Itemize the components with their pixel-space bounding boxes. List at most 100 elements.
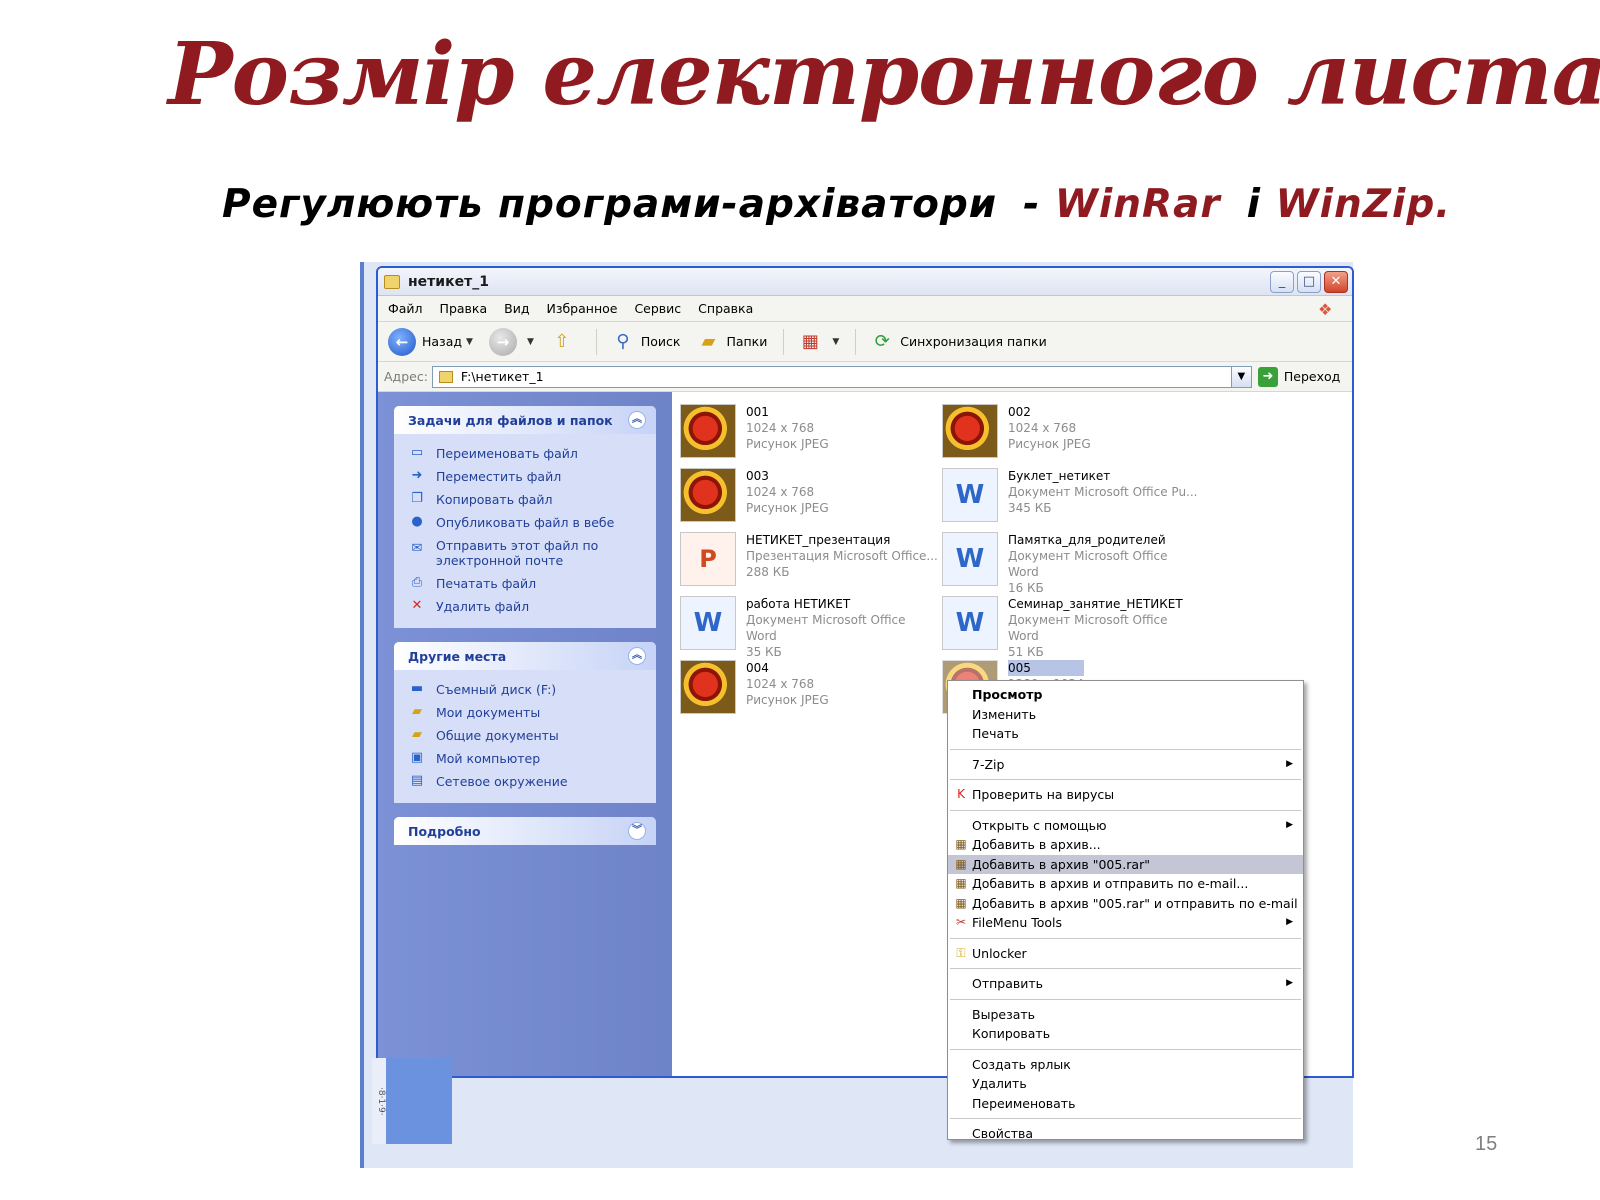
- minimize-button[interactable]: _: [1270, 271, 1294, 293]
- context-menu-item[interactable]: ▦ Добавить в архив "005.rar" и отправить …: [948, 894, 1303, 914]
- context-menu-item[interactable]: ▦ Добавить в архив "005.rar": [948, 854, 1303, 874]
- submenu-arrow-icon: ▶: [1286, 917, 1293, 927]
- mail-icon: ✉: [411, 541, 423, 556]
- maximize-button[interactable]: □: [1297, 271, 1321, 293]
- globe-icon: ●: [411, 514, 423, 529]
- menu-file[interactable]: Файл: [388, 301, 423, 316]
- file-name: 002: [1008, 405, 1031, 419]
- context-menu-item[interactable]: Свойства: [948, 1124, 1303, 1144]
- go-label: Переход: [1283, 369, 1341, 384]
- menu-help[interactable]: Справка: [698, 301, 753, 316]
- back-button[interactable]: ← Назад ▼: [388, 327, 473, 356]
- place-item[interactable]: ▬ Съемный диск (F:): [408, 678, 646, 701]
- context-menu-item[interactable]: Удалить: [948, 1074, 1303, 1094]
- up-button[interactable]: ⇧: [550, 330, 580, 354]
- context-menu-item[interactable]: ✂ FileMenu Tools ▶: [948, 913, 1303, 933]
- context-menu-item[interactable]: Копировать: [948, 1024, 1303, 1044]
- collapse-icon[interactable]: ︽: [628, 411, 646, 429]
- task-item[interactable]: ✉ Отправить этот файл по электронной почт…: [408, 534, 646, 572]
- expand-icon[interactable]: ︾: [628, 822, 646, 840]
- context-menu-label: Просмотр: [972, 687, 1043, 702]
- task-item[interactable]: ❐ Копировать файл: [408, 488, 646, 511]
- task-item[interactable]: ⎙ Печатать файл: [408, 572, 646, 595]
- file-item[interactable]: 001 1024 x 768 Рисунок JPEG: [680, 404, 940, 464]
- context-menu-label: Переименовать: [972, 1095, 1076, 1111]
- task-item[interactable]: ➜ Переместить файл: [408, 465, 646, 488]
- menu-favorites[interactable]: Избранное: [546, 301, 617, 316]
- search-button[interactable]: ⚲ Поиск: [611, 330, 680, 354]
- context-menu-item[interactable]: 7-Zip ▶: [948, 755, 1303, 775]
- context-menu-item[interactable]: K Проверить на вирусы: [948, 785, 1303, 805]
- file-item[interactable]: P НЕТИКЕТ_презентация Презентация Microsof…: [680, 532, 940, 592]
- menu-separator: [950, 779, 1301, 780]
- context-menu-item[interactable]: ⚿ Unlocker: [948, 944, 1303, 964]
- context-menu-item[interactable]: Вырезать: [948, 1005, 1303, 1025]
- views-button[interactable]: ▦ ▼: [798, 330, 839, 354]
- file-item[interactable]: Wработа НЕТИКЕТ Документ Microsoft Office…: [680, 596, 940, 659]
- context-menu-item[interactable]: Просмотр: [948, 685, 1303, 705]
- sync-button[interactable]: ⟳ Синхронизация папки: [870, 330, 1047, 354]
- search-icon: ⚲: [616, 331, 630, 352]
- network-icon: ▤: [410, 773, 424, 788]
- close-button[interactable]: ✕: [1324, 271, 1348, 293]
- address-input[interactable]: F:\нетикет_1 ▼: [431, 365, 1252, 388]
- file-item[interactable]: W Семинар_занятие_НЕТИКЕТ Документ Microso…: [942, 596, 1202, 659]
- place-item[interactable]: ▣ Мой компьютер: [408, 747, 646, 770]
- back-label: Назад: [422, 334, 463, 349]
- place-item[interactable]: ▰ Мои документы: [408, 701, 646, 724]
- context-menu-label: Изменить: [972, 706, 1037, 722]
- forward-button[interactable]: → ▼: [488, 327, 534, 356]
- file-item[interactable]: W Буклет_нетикет Документ Microsoft Office…: [942, 468, 1202, 528]
- file-name: НЕТИКЕТ_презентация: [746, 533, 891, 547]
- file-item[interactable]: 003 1024 x 768 Рисунок JPEG: [680, 468, 940, 528]
- folder-icon: [438, 370, 453, 383]
- context-menu-item[interactable]: Изменить: [948, 705, 1303, 725]
- chevron-down-icon[interactable]: ▼: [466, 337, 473, 347]
- menu-view[interactable]: Вид: [504, 301, 529, 316]
- context-menu-item[interactable]: Печать: [948, 724, 1303, 744]
- file-item[interactable]: 002 1024 x 768 Рисунок JPEG: [942, 404, 1202, 464]
- place-item[interactable]: ▤ Сетевое окружение: [408, 770, 646, 793]
- folders-button[interactable]: ▰ Папки: [696, 330, 768, 354]
- tools-icon: ✂: [955, 915, 967, 929]
- menu-tools[interactable]: Сервис: [634, 301, 681, 316]
- context-menu-item[interactable]: Переименовать: [948, 1094, 1303, 1114]
- window-titlebar[interactable]: нетикет_1 _ □ ✕: [378, 268, 1352, 296]
- place-item[interactable]: ▰ Общие документы: [408, 724, 646, 747]
- go-button[interactable]: ➜ Переход: [1257, 366, 1341, 387]
- task-item[interactable]: ● Опубликовать файл в вебе: [408, 511, 646, 534]
- word-doc-icon: W: [680, 596, 736, 650]
- context-menu-label: Удалить: [972, 1076, 1027, 1091]
- file-tasks-header[interactable]: Задачи для файлов и папок ︽: [394, 406, 656, 434]
- chevron-down-icon[interactable]: ▼: [1230, 366, 1251, 387]
- context-menu-label: Создать ярлык: [972, 1056, 1071, 1072]
- other-places-header[interactable]: Другие места ︽: [394, 642, 656, 670]
- slide-subtitle: Регулюють програми-архіватори - WinRar і W…: [222, 182, 1451, 227]
- move-icon: ➜: [411, 468, 423, 483]
- context-menu-item[interactable]: Отправить ▶: [948, 974, 1303, 994]
- folders-label: Папки: [726, 334, 768, 349]
- chevron-down-icon[interactable]: ▼: [527, 337, 534, 347]
- file-item[interactable]: W Памятка_для_родителей Документ Microsoft…: [942, 532, 1202, 595]
- file-info: Семинар_занятие_НЕТИКЕТ Документ Microsof…: [1008, 596, 1202, 659]
- context-menu-item[interactable]: Открыть с помощью ▶: [948, 816, 1303, 836]
- subtitle-app-winzip: WinZip.: [1275, 182, 1452, 227]
- file-info: 003 1024 x 768 Рисунок JPEG: [746, 468, 829, 528]
- item-label: Копировать файл: [436, 492, 553, 507]
- collapse-icon[interactable]: ︽: [628, 647, 646, 665]
- context-menu-item[interactable]: Создать ярлык: [948, 1055, 1303, 1075]
- file-detail: Рисунок JPEG: [1008, 437, 1091, 451]
- context-menu-item[interactable]: ▦ Добавить в архив...: [948, 835, 1303, 855]
- file-detail: Рисунок JPEG: [746, 437, 829, 451]
- details-header[interactable]: Подробно ︾: [394, 817, 656, 845]
- task-item[interactable]: ▭ Переименовать файл: [408, 442, 646, 465]
- delete-icon: ✕: [411, 598, 423, 613]
- context-menu-item[interactable]: ▦ Добавить в архив и отправить по e-mail.…: [948, 874, 1303, 894]
- word-doc-icon: W: [942, 596, 998, 650]
- file-item[interactable]: 004 1024 x 768 Рисунок JPEG: [680, 660, 940, 720]
- other-places-title: Другие места: [408, 648, 507, 664]
- item-label: Переместить файл: [436, 469, 562, 484]
- menu-edit[interactable]: Правка: [440, 301, 488, 316]
- submenu-arrow-icon: ▶: [1286, 758, 1293, 769]
- task-item[interactable]: ✕ Удалить файл: [408, 595, 646, 618]
